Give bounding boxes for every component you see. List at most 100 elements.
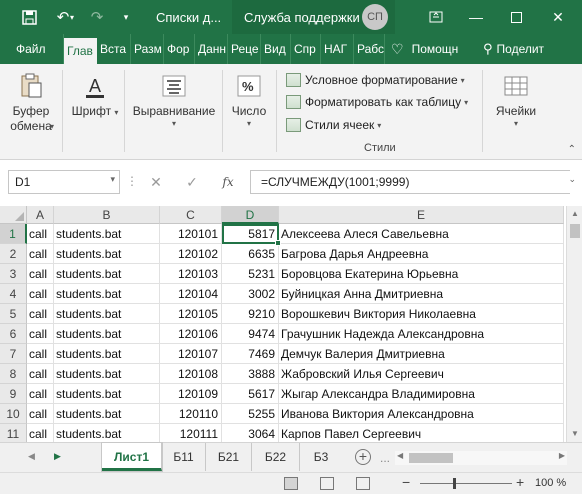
cell-a[interactable]: call (27, 244, 54, 264)
sheet-tab-b11[interactable]: Б11 (162, 443, 206, 471)
row-header[interactable]: 5 (0, 304, 27, 324)
cell-c[interactable]: 120108 (160, 364, 222, 384)
fill-handle[interactable] (275, 240, 281, 246)
sheet-tab-b3[interactable]: Б3 (300, 443, 342, 471)
cell-e[interactable]: Грачушник Надежда Александровна (279, 324, 564, 344)
cell-d[interactable]: 3002 (222, 284, 279, 304)
row-header[interactable]: 2 (0, 244, 27, 264)
cell-c[interactable]: 120107 (160, 344, 222, 364)
quick-access-customize-icon[interactable]: ▾ (116, 0, 136, 34)
cell-d[interactable]: 3064 (222, 424, 279, 442)
cell-d[interactable]: 5255 (222, 404, 279, 424)
cell-b[interactable]: students.bat (54, 424, 160, 442)
cell-c[interactable]: 120106 (160, 324, 222, 344)
cell-b[interactable]: students.bat (54, 284, 160, 304)
vertical-scrollbar[interactable]: ▲ ▼ (566, 206, 582, 442)
row-header[interactable]: 8 (0, 364, 27, 384)
number-button[interactable]: % Число ▾ (226, 64, 272, 160)
cell-d[interactable]: 7469 (222, 344, 279, 364)
cell-c[interactable]: 120110 (160, 404, 222, 424)
tab-review[interactable]: Реце (228, 34, 261, 64)
redo-icon[interactable]: ↷ (82, 0, 112, 34)
cell-b[interactable]: students.bat (54, 224, 160, 244)
row-header[interactable]: 10 (0, 404, 27, 424)
add-sheet-icon[interactable]: + (355, 449, 371, 465)
cell-c[interactable]: 120103 (160, 264, 222, 284)
scroll-left-icon[interactable]: ◀ (397, 451, 403, 460)
zoom-slider-thumb[interactable] (453, 478, 456, 489)
cell-e[interactable]: Алексеева Алеся Савельевна (279, 224, 564, 244)
scroll-up-icon[interactable]: ▲ (567, 206, 582, 222)
save-icon[interactable] (14, 0, 44, 34)
cell-a[interactable]: call (27, 284, 54, 304)
ribbon-display-options-icon[interactable] (414, 0, 458, 34)
name-box[interactable]: D1 ▾ (8, 170, 120, 194)
tab-nag[interactable]: НАГ (321, 34, 354, 64)
scroll-down-icon[interactable]: ▼ (567, 426, 582, 442)
tab-formulas[interactable]: Фор (164, 34, 195, 64)
cell-a[interactable]: call (27, 224, 54, 244)
cell-styles-button[interactable]: Стили ячеек ▾ (286, 115, 381, 135)
column-header-e[interactable]: E (279, 206, 564, 224)
prev-sheet-icon[interactable]: ◀ (28, 451, 35, 462)
tab-home[interactable]: Глав (64, 38, 97, 64)
horizontal-scroll-thumb[interactable] (409, 453, 453, 463)
tab-file[interactable]: Файл (0, 34, 64, 64)
clipboard-button[interactable]: Буфер обмена ▾ (4, 64, 58, 160)
tab-help[interactable]: Спр (291, 34, 321, 64)
cell-d[interactable]: 5617 (222, 384, 279, 404)
cell-e[interactable]: Демчук Валерия Дмитриевна (279, 344, 564, 364)
zoom-slider[interactable] (420, 483, 512, 484)
tab-page-layout[interactable]: Разм (131, 34, 164, 64)
cell-d[interactable]: 9210 (222, 304, 279, 324)
alignment-button[interactable]: Выравнивание ▾ (128, 64, 220, 160)
cell-e[interactable]: Иванова Виктория Александровна (279, 404, 564, 424)
cell-e[interactable]: Жыгар Александра Владимировна (279, 384, 564, 404)
cell-c[interactable]: 120109 (160, 384, 222, 404)
tell-me-button[interactable]: ♡ Помощн (385, 34, 480, 64)
column-header-d[interactable]: D (222, 206, 279, 224)
cell-c[interactable]: 120105 (160, 304, 222, 324)
name-box-caret-icon[interactable]: ▾ (110, 174, 115, 185)
row-header[interactable]: 9 (0, 384, 27, 404)
row-header[interactable]: 7 (0, 344, 27, 364)
cell-b[interactable]: students.bat (54, 404, 160, 424)
share-button[interactable]: ⚲ Поделит (480, 34, 562, 64)
collapse-ribbon-icon[interactable]: ⌃ (568, 144, 576, 155)
page-break-view-icon[interactable] (356, 477, 370, 490)
column-header-a[interactable]: A (27, 206, 54, 224)
cell-e[interactable]: Буйницкая Анна Дмитриевна (279, 284, 564, 304)
avatar[interactable]: СП (362, 4, 388, 30)
cell-b[interactable]: students.bat (54, 244, 160, 264)
cell-a[interactable]: call (27, 304, 54, 324)
zoom-in-button[interactable]: + (516, 474, 524, 490)
cell-b[interactable]: students.bat (54, 304, 160, 324)
column-header-c[interactable]: C (160, 206, 222, 224)
minimize-icon[interactable]: — (454, 0, 498, 34)
cell-a[interactable]: call (27, 384, 54, 404)
cell-d[interactable]: 3888 (222, 364, 279, 384)
cell-e[interactable]: Ворошкевич Виктория Николаевна (279, 304, 564, 324)
cell-c[interactable]: 120104 (160, 284, 222, 304)
cell-e[interactable]: Багрова Дарья Андреевна (279, 244, 564, 264)
row-header[interactable]: 3 (0, 264, 27, 284)
page-layout-view-icon[interactable] (320, 477, 334, 490)
row-header[interactable]: 4 (0, 284, 27, 304)
cell-a[interactable]: call (27, 424, 54, 442)
cell-b[interactable]: students.bat (54, 364, 160, 384)
cell-d[interactable]: 9474 (222, 324, 279, 344)
maximize-icon[interactable] (494, 0, 538, 34)
conditional-formatting-button[interactable]: Условное форматирование ▾ (286, 70, 465, 90)
close-icon[interactable]: ✕ (536, 0, 580, 34)
insert-function-icon[interactable]: fx (216, 175, 240, 189)
cell-c[interactable]: 120101 (160, 224, 222, 244)
scroll-right-icon[interactable]: ▶ (559, 451, 565, 460)
tab-insert[interactable]: Вста (97, 34, 131, 64)
cell-b[interactable]: students.bat (54, 264, 160, 284)
horizontal-scrollbar[interactable]: ◀ ▶ (395, 451, 567, 465)
cell-b[interactable]: students.bat (54, 384, 160, 404)
formula-input[interactable]: =СЛУЧМЕЖДУ(1001;9999) (250, 170, 570, 194)
cell-d[interactable]: 6635 (222, 244, 279, 264)
active-cell[interactable]: 5817 (222, 224, 279, 244)
cell-e[interactable]: Боровцова Екатерина Юрьевна (279, 264, 564, 284)
